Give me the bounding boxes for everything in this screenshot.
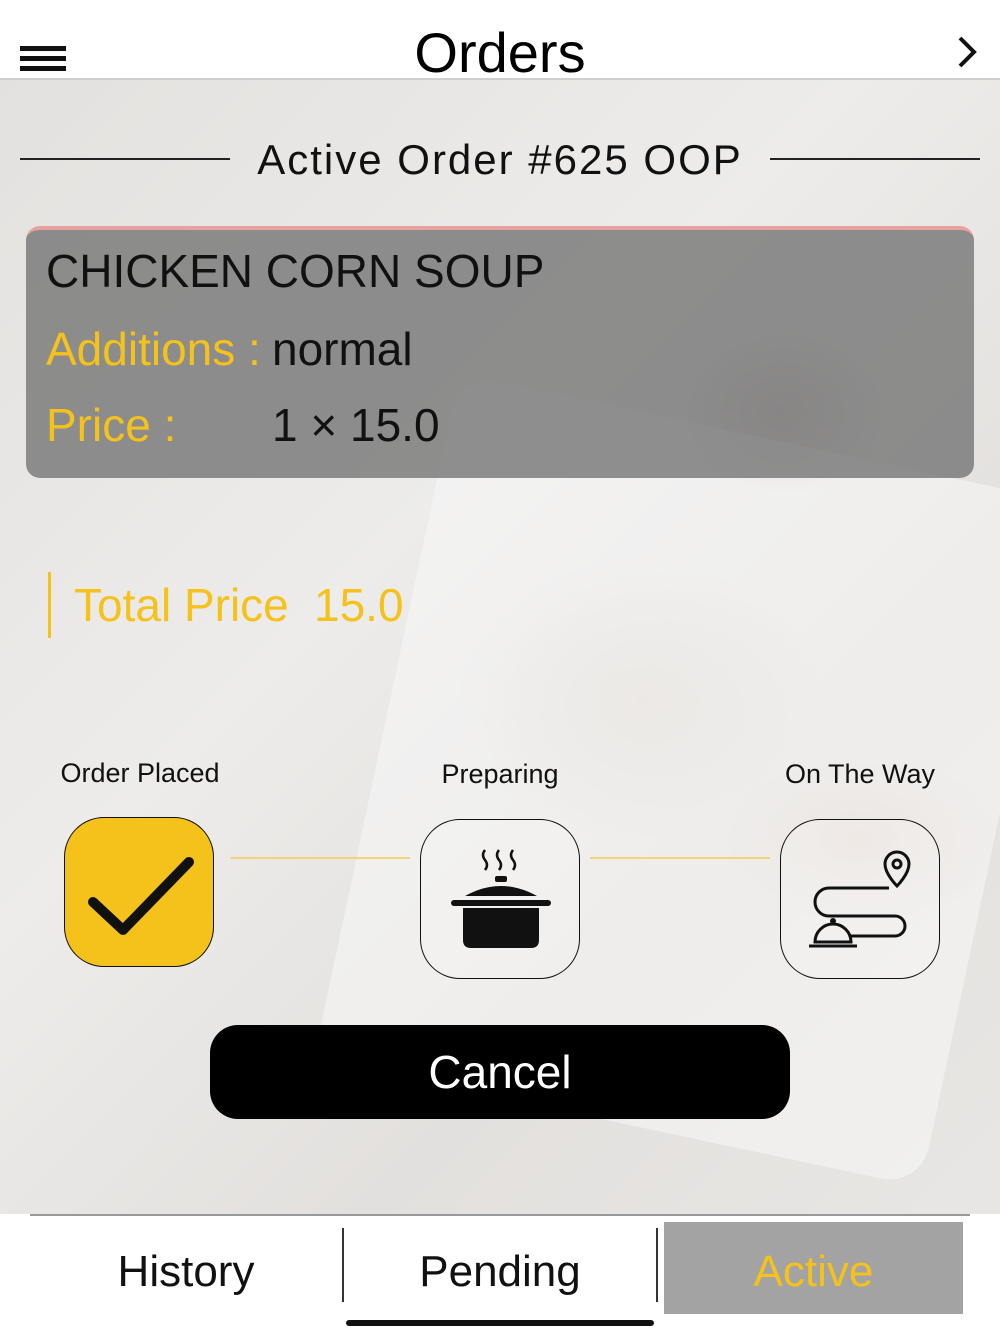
order-number-title: Active Order #625 OOP — [257, 136, 743, 183]
item-name: CHICKEN CORN SOUP — [46, 245, 545, 297]
step-label-order-placed: Order Placed — [60, 758, 220, 788]
tab-active[interactable]: Active — [664, 1222, 963, 1314]
cooking-pot-icon — [451, 849, 551, 948]
step-preparing — [420, 819, 580, 979]
price-value: 1 × 15.0 — [272, 399, 440, 451]
step-on-the-way — [780, 819, 940, 979]
step-order-placed — [64, 817, 214, 967]
divider-right — [770, 158, 980, 160]
total-accent-bar — [48, 572, 51, 638]
tab-divider — [656, 1228, 658, 1302]
top-bar: Orders — [0, 0, 1000, 84]
delivery-route-icon — [809, 850, 911, 948]
step-connector — [230, 857, 410, 859]
tab-pending[interactable]: Pending — [344, 1222, 656, 1314]
order-item-card: CHICKEN CORN SOUP Additions : normal Pri… — [26, 226, 974, 478]
order-heading: Active Order #625 OOP — [0, 130, 1000, 190]
cancel-order-button[interactable]: Cancel — [210, 1025, 790, 1119]
additions-label: Additions : — [46, 323, 261, 375]
chevron-right-icon[interactable] — [954, 34, 980, 70]
step-connector — [590, 857, 770, 859]
tabbar-top-border — [30, 1214, 970, 1216]
page-title: Orders — [414, 21, 586, 84]
tab-history[interactable]: History — [30, 1222, 342, 1314]
step-label-on-the-way: On The Way — [784, 759, 936, 789]
total-price-value: 15.0 — [314, 579, 404, 631]
additions-value: normal — [272, 323, 413, 375]
step-label-preparing: Preparing — [441, 759, 559, 789]
bottom-tab-bar: History Pending Active — [0, 1214, 1000, 1334]
price-label: Price : — [46, 399, 177, 451]
total-price-label: Total Price — [74, 579, 289, 631]
checkmark-icon — [88, 857, 194, 935]
home-indicator — [346, 1320, 654, 1326]
